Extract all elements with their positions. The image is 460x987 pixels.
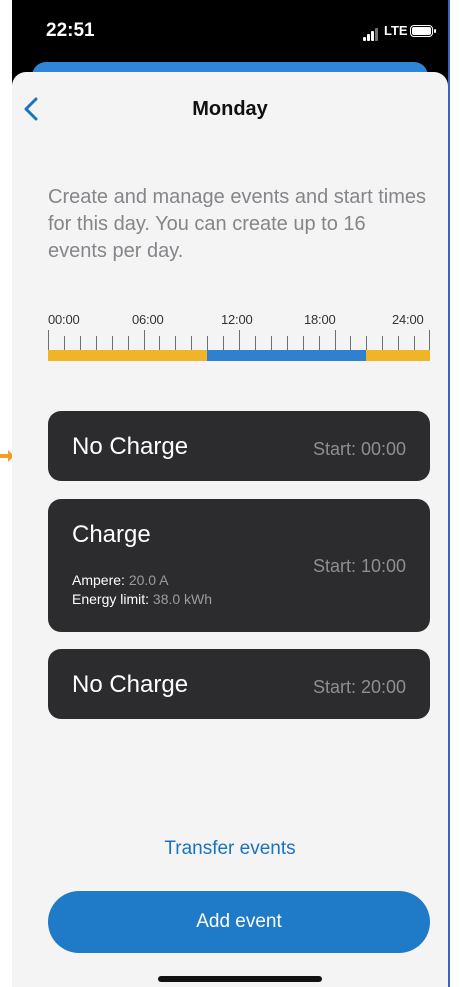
- energy-limit-label: Energy limit:: [72, 591, 150, 607]
- event-start: Start: 20:00: [312, 677, 406, 697]
- status-time: 22:51: [46, 20, 95, 41]
- timeline-major-tick: [429, 330, 430, 350]
- event-type: No Charge: [72, 433, 189, 460]
- add-event-button[interactable]: Add event: [48, 891, 430, 953]
- timeline-tick: [319, 336, 320, 350]
- event-card-charge[interactable]: Charge Start: 10:00 Ampere: 20.0 A Energ…: [48, 499, 430, 632]
- timeline-tick: [223, 336, 224, 350]
- screenshot-right-margin: [448, 0, 460, 987]
- event-start: Start: 10:00: [312, 556, 406, 576]
- day-description: Create and manage events and start times…: [48, 186, 426, 262]
- timeline-major-tick: [48, 330, 49, 350]
- timeline-label: 24:00: [392, 312, 424, 327]
- timeline-tick: [414, 336, 415, 350]
- ampere-value: 20.0 A: [128, 572, 169, 588]
- timeline-segment: [366, 350, 430, 361]
- timeline-major-tick: [144, 330, 145, 350]
- network-type: LTE: [384, 23, 408, 38]
- home-indicator: [158, 976, 322, 982]
- timeline-tick: [350, 336, 351, 350]
- event-energy-limit: Energy limit: 38.0 kWh: [72, 591, 212, 607]
- timeline-tick: [207, 336, 208, 350]
- timeline-major-tick: [335, 330, 336, 350]
- battery-icon: [410, 25, 436, 37]
- signal-icon: [363, 28, 381, 41]
- timeline-segment: [207, 350, 367, 361]
- timeline-label: 18:00: [304, 312, 336, 327]
- transfer-events-link[interactable]: Transfer events: [12, 838, 448, 860]
- timeline-tick: [366, 336, 367, 350]
- timeline-tick: [271, 336, 272, 350]
- timeline-segment: [48, 350, 208, 361]
- event-type: No Charge: [72, 671, 189, 698]
- event-start: Start: 00:00: [312, 439, 406, 459]
- page-title: Monday: [192, 98, 268, 120]
- timeline-tick: [175, 336, 176, 350]
- timeline-tick: [191, 336, 192, 350]
- energy-limit-value: 38.0 kWh: [152, 591, 213, 607]
- event-card-no-charge-1[interactable]: No Charge Start: 00:00: [48, 411, 430, 481]
- timeline-tick: [64, 336, 65, 350]
- timeline-tick: [112, 336, 113, 350]
- phone-screen: 22:51 LTE Monday Create and manage event…: [12, 0, 448, 987]
- ampere-label: Ampere:: [72, 572, 125, 588]
- day-timeline: 00:00 06:00 12:00 18:00 24:00: [48, 312, 430, 364]
- timeline-label: 06:00: [132, 312, 164, 327]
- timeline-label: 00:00: [48, 312, 80, 327]
- timeline-tick: [303, 336, 304, 350]
- timeline-label: 12:00: [221, 312, 253, 327]
- timeline-tick: [159, 336, 160, 350]
- timeline-major-tick: [239, 330, 240, 350]
- timeline-tick: [80, 336, 81, 350]
- event-ampere: Ampere: 20.0 A: [72, 572, 169, 588]
- event-card-no-charge-2[interactable]: No Charge Start: 20:00: [48, 649, 430, 719]
- timeline-tick: [255, 336, 256, 350]
- timeline-tick: [128, 336, 129, 350]
- timeline-tick: [398, 336, 399, 350]
- status-bar: 22:51 LTE: [12, 0, 448, 56]
- day-events-sheet: Monday Create and manage events and star…: [12, 72, 448, 987]
- timeline-tick: [382, 336, 383, 350]
- event-type: Charge: [72, 521, 151, 548]
- timeline-tick: [287, 336, 288, 350]
- timeline-tick: [96, 336, 97, 350]
